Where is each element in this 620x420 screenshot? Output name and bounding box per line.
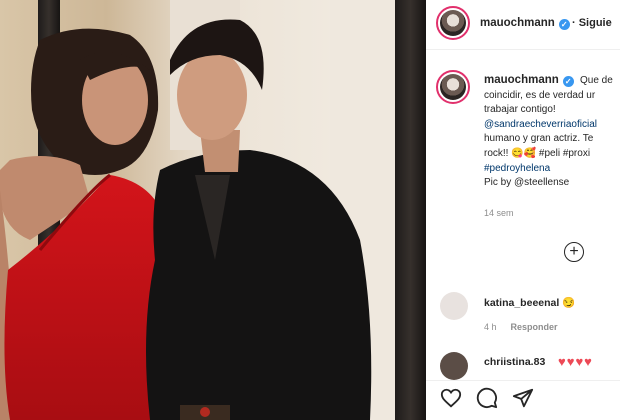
heart-emojis: ♥♥♥♥ bbox=[558, 354, 593, 369]
post-time[interactable]: 14 sem bbox=[484, 208, 514, 218]
caption-line: rock!! 😋🥰 #peli #proxi bbox=[484, 147, 591, 159]
comment-username-text[interactable]: katina_beeenal bbox=[484, 297, 559, 309]
commenter-avatar[interactable] bbox=[440, 292, 468, 320]
paper-plane-icon[interactable] bbox=[512, 387, 534, 409]
caption-line: Que de bbox=[580, 75, 613, 86]
comment-username[interactable]: katina_beeenal 😏 bbox=[484, 296, 575, 309]
comment-emoji: 😏 bbox=[562, 297, 576, 309]
post-sidebar: mauochmann ✓ · Siguie mauochmann ✓ Que de … bbox=[426, 0, 620, 420]
speech-bubble-icon[interactable] bbox=[476, 387, 498, 409]
comment-meta: 4 h Responder bbox=[484, 322, 558, 332]
caption-avatar[interactable] bbox=[436, 70, 470, 104]
mention-link[interactable]: @sandraecheverriaoficial bbox=[484, 118, 620, 133]
author-username[interactable]: mauochmann ✓ bbox=[480, 17, 570, 30]
caption-line: Pic by @steellense bbox=[484, 177, 570, 189]
caption-line: trabajar contigo! bbox=[484, 104, 556, 116]
post-header: mauochmann ✓ · Siguie bbox=[426, 0, 620, 50]
author-avatar[interactable] bbox=[436, 6, 470, 40]
plus-circle-icon[interactable]: + bbox=[564, 242, 584, 262]
commenter-avatar[interactable] bbox=[440, 352, 468, 380]
post-photo[interactable] bbox=[0, 0, 426, 420]
author-username-text[interactable]: mauochmann bbox=[480, 17, 555, 29]
heart-outline-icon[interactable] bbox=[440, 387, 462, 409]
caption-line: coincidir, es de verdad ur bbox=[484, 89, 596, 101]
action-bar bbox=[426, 380, 620, 420]
follow-button[interactable]: · Siguie bbox=[572, 17, 612, 29]
caption-line: humano y gran actriz. Te bbox=[484, 133, 594, 145]
comment-time: 4 h bbox=[484, 322, 497, 332]
comment-username[interactable]: chriistina.83 bbox=[484, 356, 545, 368]
hashtag-link[interactable]: #pedroyhelena bbox=[484, 162, 620, 177]
verified-badge-icon: ✓ bbox=[558, 19, 570, 30]
reply-button[interactable]: Responder bbox=[511, 322, 558, 332]
couple-photo-image bbox=[0, 0, 426, 420]
caption-text: Que de coincidir, es de verdad ur trabaj… bbox=[484, 74, 620, 191]
